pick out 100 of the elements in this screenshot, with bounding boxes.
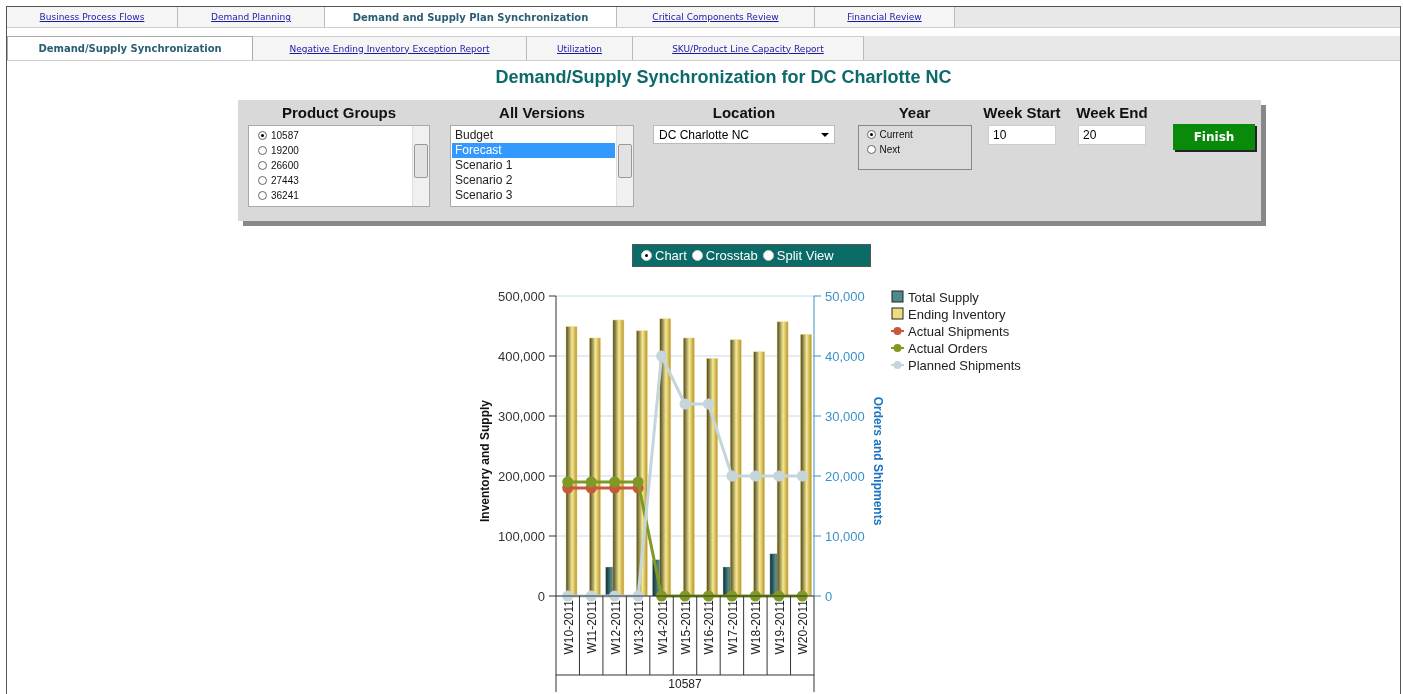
list-item[interactable]: Scenario 3 (452, 188, 615, 203)
tab[interactable]: Utilization (527, 36, 633, 60)
data-point (609, 590, 621, 602)
data-point (585, 590, 597, 602)
category-label: W11-2011 (585, 600, 600, 654)
data-point (773, 590, 785, 602)
category-label: W13-2011 (632, 600, 647, 655)
radio-button[interactable] (258, 146, 267, 155)
legend-swatch (891, 290, 904, 303)
axis-tick-label: 0 (537, 589, 545, 604)
category-label: W14-2011 (655, 600, 670, 655)
axis-title: Orders and Shipments (871, 396, 885, 526)
data-point (609, 476, 621, 488)
tab[interactable]: SKU/Product Line Capacity Report (633, 36, 864, 60)
data-point (656, 350, 668, 362)
list-item[interactable]: Scenario 2 (452, 173, 615, 188)
page-title: Demand/Supply Synchronization for DC Charlotte NC (494, 67, 953, 88)
option-label: Split View (776, 248, 834, 263)
axis-tick-label: 300,000 (498, 409, 545, 424)
data-point (679, 590, 691, 602)
axis-tick-label: 100,000 (498, 529, 545, 544)
data-point (702, 590, 714, 602)
category-label: W15-2011 (679, 600, 693, 655)
filter-label: Location (712, 104, 776, 121)
filter-label: Product Groups (281, 104, 397, 121)
filter-label: Week Start (983, 104, 1061, 121)
tab[interactable]: Financial Review (815, 7, 955, 27)
axis-tick-label: 200,000 (498, 469, 545, 484)
option-label: Chart (655, 248, 687, 263)
version-list[interactable]: Budget Forecast Scenario 1 Scenario 2 Scenario 3 (450, 125, 634, 207)
data-point (562, 476, 574, 488)
tab[interactable]: Demand Planning (178, 7, 325, 27)
option-label: 26600 (271, 160, 299, 171)
radio-button[interactable] (866, 130, 876, 139)
caret-icon (821, 132, 829, 137)
week-field[interactable]: 20 (1078, 125, 1146, 145)
filter-label: All Versions (499, 104, 585, 121)
list-item[interactable]: Budget (452, 128, 615, 143)
tab[interactable]: Negative Ending Inventory Exception Report (253, 36, 527, 60)
option-label: Crosstab (705, 248, 758, 263)
option-label: 19200 (271, 145, 299, 156)
scrollbar[interactable] (412, 126, 429, 206)
category-label: W10-2011 (561, 600, 576, 655)
data-point (632, 476, 644, 488)
data-point (796, 590, 808, 602)
tab[interactable]: Critical Components Review (617, 7, 815, 27)
radio-button[interactable] (258, 191, 267, 200)
group-label: 10587 (668, 677, 702, 691)
axis-tick-label: 20,000 (825, 469, 865, 484)
option-label: Current (879, 129, 913, 140)
option-label: 36241 (271, 190, 299, 201)
data-point (656, 590, 668, 602)
legend-label: Planned Shipments (908, 358, 1021, 373)
category-label: W19-2011 (772, 600, 787, 655)
radio-button[interactable] (866, 145, 876, 154)
axis-tick-label: 0 (825, 589, 833, 604)
filter-label: Year (898, 104, 931, 121)
option-label: Next (879, 144, 901, 155)
legend-swatch (891, 307, 904, 320)
category-label: W16-2011 (702, 600, 717, 655)
week-field[interactable]: 10 (988, 125, 1056, 145)
category-label: W17-2011 (725, 600, 740, 655)
data-point (726, 590, 738, 602)
location-dropdown[interactable]: DC Charlotte NC (653, 125, 835, 144)
tab[interactable]: Business Process Flows (7, 7, 178, 27)
legend-marker (890, 344, 905, 352)
axis-tick-label: 50,000 (825, 289, 865, 304)
radio-button[interactable] (258, 131, 267, 140)
data-point (679, 398, 691, 410)
axis-tick-label: 400,000 (498, 349, 545, 364)
scrollbar[interactable] (616, 126, 633, 206)
finish-button[interactable]: Finish (1173, 124, 1255, 150)
list-item[interactable]: Scenario 1 (452, 158, 615, 173)
data-point (632, 590, 644, 602)
legend-label: Actual Orders (908, 341, 988, 356)
data-point (796, 470, 808, 482)
radio-button[interactable] (258, 161, 267, 170)
option-label: 27443 (271, 175, 299, 186)
axis-tick-label: 40,000 (825, 349, 865, 364)
legend-marker (890, 327, 905, 335)
axis-title: Inventory and Supply (478, 400, 492, 522)
data-point (726, 470, 738, 482)
category-label: W12-2011 (608, 600, 623, 655)
data-point (585, 476, 597, 488)
axis-tick-label: 10,000 (825, 529, 865, 544)
category-label: W20-2011 (796, 600, 811, 655)
data-point (562, 590, 574, 602)
legend-marker (890, 361, 905, 369)
data-point (749, 470, 761, 482)
axis-tick-label: 30,000 (825, 409, 865, 424)
data-point (749, 590, 761, 602)
filter-label: Week End (1076, 104, 1148, 121)
axis-tick-label: 500,000 (498, 289, 545, 304)
product-group-list[interactable]: 10587 19200 26600 27443 36241 (248, 125, 430, 207)
category-label: W18-2011 (749, 600, 764, 655)
tab[interactable]: Demand/Supply Synchronization (7, 36, 253, 60)
legend-label: Actual Shipments (908, 324, 1010, 339)
legend-label: Ending Inventory (908, 307, 1006, 322)
data-point (702, 398, 714, 410)
radio-button[interactable] (258, 176, 267, 185)
